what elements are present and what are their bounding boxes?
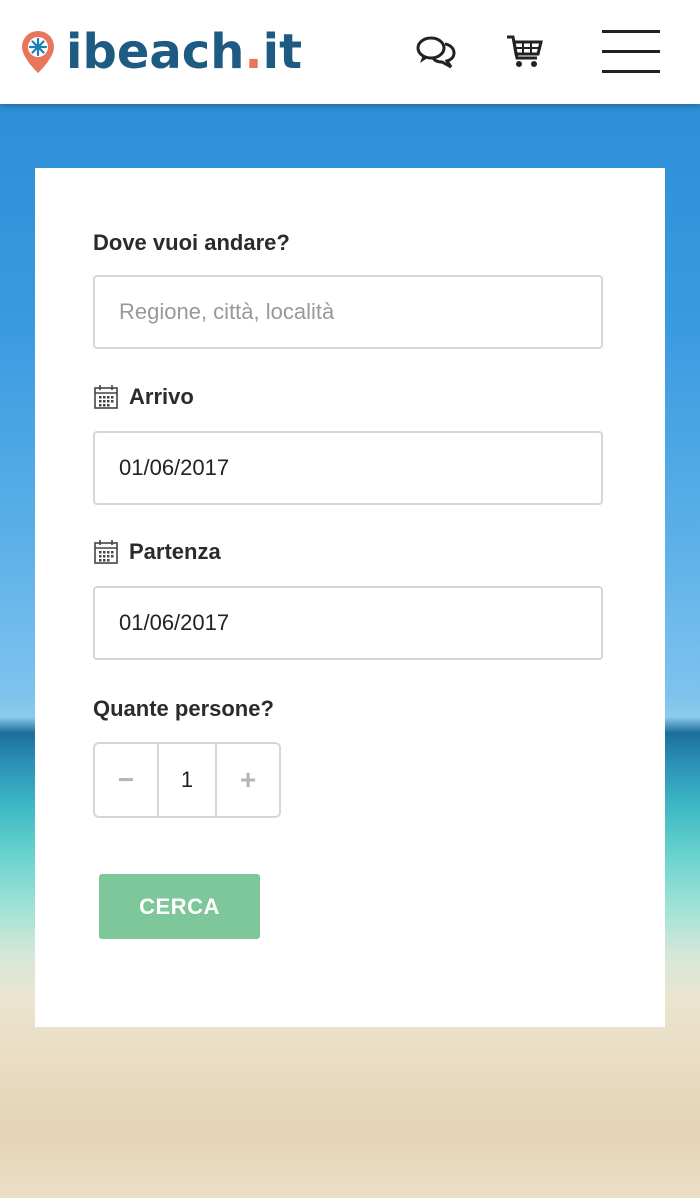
hamburger-menu-icon (602, 30, 660, 33)
decrement-button[interactable]: − (95, 744, 157, 816)
search-button[interactable]: CERCA (99, 874, 260, 939)
top-header: ibeach.it (0, 0, 700, 104)
logo[interactable]: ibeach.it (20, 26, 302, 78)
calendar-icon (94, 540, 118, 564)
people-count[interactable]: 1 (157, 744, 217, 816)
cart-button[interactable] (502, 30, 546, 74)
people-label: Quante persone? (93, 696, 274, 721)
chat-button[interactable] (414, 30, 458, 74)
departure-date-input[interactable] (93, 586, 603, 660)
people-stepper: − 1 + (93, 742, 281, 818)
calendar-icon (94, 385, 118, 409)
arrival-label: Arrivo (93, 384, 194, 410)
departure-label-text: Partenza (129, 539, 221, 564)
chat-bubbles-icon (416, 36, 456, 69)
destination-label: Dove vuoi andare? (93, 230, 290, 255)
location-pin-icon (22, 31, 54, 73)
arrival-date-input[interactable] (93, 431, 603, 505)
hamburger-menu-button[interactable] (600, 28, 662, 76)
cart-icon (507, 35, 543, 67)
destination-input[interactable] (93, 275, 603, 349)
increment-button[interactable]: + (217, 744, 279, 816)
logo-text: ibeach.it (66, 24, 303, 80)
departure-label: Partenza (93, 539, 221, 565)
search-card: Dove vuoi andare? Arrivo (35, 168, 665, 1027)
arrival-label-text: Arrivo (129, 384, 194, 409)
